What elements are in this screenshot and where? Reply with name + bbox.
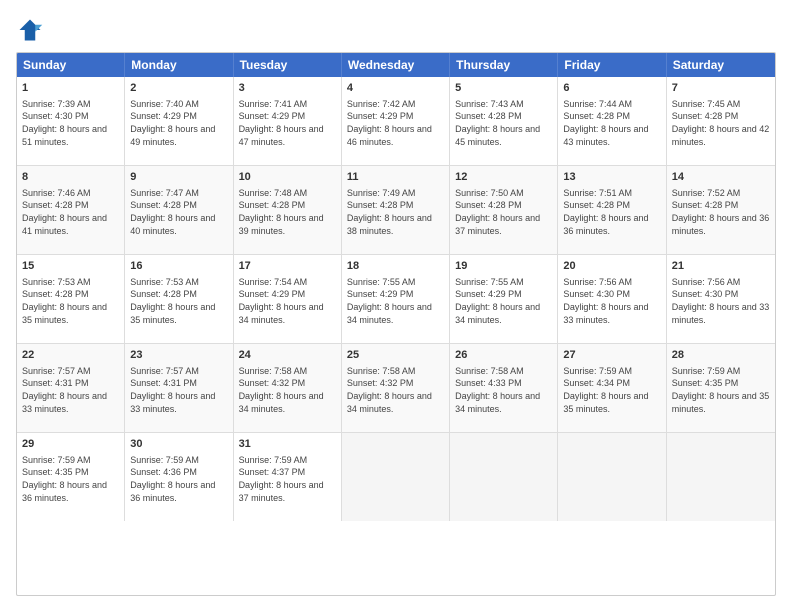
calendar-week-5: 29Sunrise: 7:59 AMSunset: 4:35 PMDayligh… <box>17 433 775 521</box>
header-day-monday: Monday <box>125 53 233 77</box>
calendar-day-26: 26Sunrise: 7:58 AMSunset: 4:33 PMDayligh… <box>450 344 558 432</box>
calendar-day-22: 22Sunrise: 7:57 AMSunset: 4:31 PMDayligh… <box>17 344 125 432</box>
calendar-day-18: 18Sunrise: 7:55 AMSunset: 4:29 PMDayligh… <box>342 255 450 343</box>
header-day-friday: Friday <box>558 53 666 77</box>
calendar-day-4: 4Sunrise: 7:42 AMSunset: 4:29 PMDaylight… <box>342 77 450 165</box>
calendar-day-3: 3Sunrise: 7:41 AMSunset: 4:29 PMDaylight… <box>234 77 342 165</box>
calendar-day-21: 21Sunrise: 7:56 AMSunset: 4:30 PMDayligh… <box>667 255 775 343</box>
calendar-day-6: 6Sunrise: 7:44 AMSunset: 4:28 PMDaylight… <box>558 77 666 165</box>
calendar-day-7: 7Sunrise: 7:45 AMSunset: 4:28 PMDaylight… <box>667 77 775 165</box>
calendar-day-30: 30Sunrise: 7:59 AMSunset: 4:36 PMDayligh… <box>125 433 233 521</box>
calendar-week-2: 8Sunrise: 7:46 AMSunset: 4:28 PMDaylight… <box>17 166 775 255</box>
empty-cell <box>342 433 450 521</box>
calendar-day-5: 5Sunrise: 7:43 AMSunset: 4:28 PMDaylight… <box>450 77 558 165</box>
header-day-saturday: Saturday <box>667 53 775 77</box>
calendar-header: SundayMondayTuesdayWednesdayThursdayFrid… <box>17 53 775 77</box>
page: SundayMondayTuesdayWednesdayThursdayFrid… <box>0 0 792 612</box>
calendar-day-9: 9Sunrise: 7:47 AMSunset: 4:28 PMDaylight… <box>125 166 233 254</box>
calendar-day-14: 14Sunrise: 7:52 AMSunset: 4:28 PMDayligh… <box>667 166 775 254</box>
calendar-day-25: 25Sunrise: 7:58 AMSunset: 4:32 PMDayligh… <box>342 344 450 432</box>
calendar-week-1: 1Sunrise: 7:39 AMSunset: 4:30 PMDaylight… <box>17 77 775 166</box>
empty-cell <box>558 433 666 521</box>
calendar-day-15: 15Sunrise: 7:53 AMSunset: 4:28 PMDayligh… <box>17 255 125 343</box>
header-day-thursday: Thursday <box>450 53 558 77</box>
calendar-day-29: 29Sunrise: 7:59 AMSunset: 4:35 PMDayligh… <box>17 433 125 521</box>
calendar-week-4: 22Sunrise: 7:57 AMSunset: 4:31 PMDayligh… <box>17 344 775 433</box>
calendar-day-1: 1Sunrise: 7:39 AMSunset: 4:30 PMDaylight… <box>17 77 125 165</box>
calendar-day-24: 24Sunrise: 7:58 AMSunset: 4:32 PMDayligh… <box>234 344 342 432</box>
calendar-day-31: 31Sunrise: 7:59 AMSunset: 4:37 PMDayligh… <box>234 433 342 521</box>
calendar-day-12: 12Sunrise: 7:50 AMSunset: 4:28 PMDayligh… <box>450 166 558 254</box>
logo-icon <box>16 16 44 44</box>
calendar-day-8: 8Sunrise: 7:46 AMSunset: 4:28 PMDaylight… <box>17 166 125 254</box>
calendar-day-28: 28Sunrise: 7:59 AMSunset: 4:35 PMDayligh… <box>667 344 775 432</box>
empty-cell <box>450 433 558 521</box>
calendar-day-11: 11Sunrise: 7:49 AMSunset: 4:28 PMDayligh… <box>342 166 450 254</box>
calendar-day-20: 20Sunrise: 7:56 AMSunset: 4:30 PMDayligh… <box>558 255 666 343</box>
calendar-day-19: 19Sunrise: 7:55 AMSunset: 4:29 PMDayligh… <box>450 255 558 343</box>
logo <box>16 16 48 44</box>
calendar-day-13: 13Sunrise: 7:51 AMSunset: 4:28 PMDayligh… <box>558 166 666 254</box>
calendar-day-10: 10Sunrise: 7:48 AMSunset: 4:28 PMDayligh… <box>234 166 342 254</box>
calendar-day-2: 2Sunrise: 7:40 AMSunset: 4:29 PMDaylight… <box>125 77 233 165</box>
calendar-day-17: 17Sunrise: 7:54 AMSunset: 4:29 PMDayligh… <box>234 255 342 343</box>
empty-cell <box>667 433 775 521</box>
header-day-tuesday: Tuesday <box>234 53 342 77</box>
calendar-day-16: 16Sunrise: 7:53 AMSunset: 4:28 PMDayligh… <box>125 255 233 343</box>
calendar-day-27: 27Sunrise: 7:59 AMSunset: 4:34 PMDayligh… <box>558 344 666 432</box>
calendar-week-3: 15Sunrise: 7:53 AMSunset: 4:28 PMDayligh… <box>17 255 775 344</box>
calendar-body: 1Sunrise: 7:39 AMSunset: 4:30 PMDaylight… <box>17 77 775 521</box>
header-day-wednesday: Wednesday <box>342 53 450 77</box>
header <box>16 16 776 44</box>
calendar-day-23: 23Sunrise: 7:57 AMSunset: 4:31 PMDayligh… <box>125 344 233 432</box>
calendar: SundayMondayTuesdayWednesdayThursdayFrid… <box>16 52 776 596</box>
header-day-sunday: Sunday <box>17 53 125 77</box>
